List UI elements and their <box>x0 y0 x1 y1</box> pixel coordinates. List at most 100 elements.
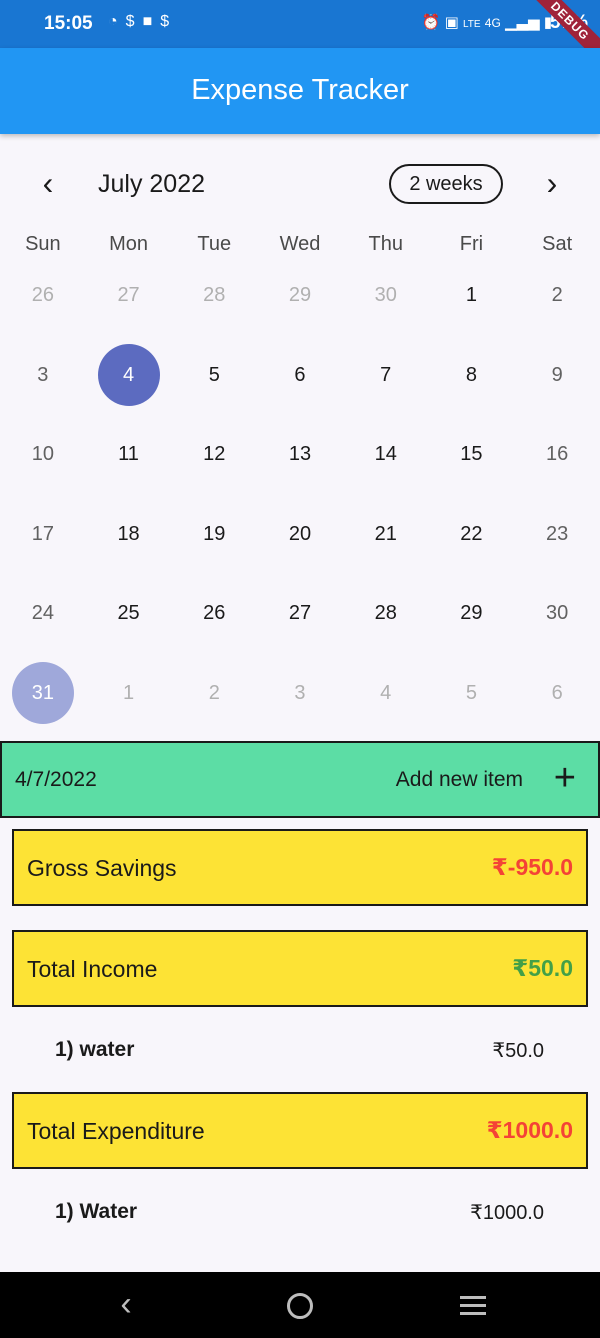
day-number: 29 <box>288 284 312 307</box>
calendar-day[interactable]: 5 <box>429 654 515 734</box>
system-icons: ⏰ ▣ LTE 4G ▁▃▅ ▮ <box>422 13 552 31</box>
calendar-day[interactable]: 1 <box>429 256 515 336</box>
chevron-left-icon[interactable]: ‹ <box>30 166 66 202</box>
home-icon[interactable] <box>280 1286 320 1326</box>
calendar-day[interactable]: 8 <box>429 336 515 416</box>
list-item[interactable]: 1) Water ₹1000.0 <box>0 1188 600 1238</box>
day-number: 24 <box>31 602 54 625</box>
calendar-day[interactable]: 20 <box>257 495 343 575</box>
day-number: 1 <box>123 681 135 704</box>
day-number: 29 <box>460 602 483 625</box>
day-number: 21 <box>374 522 397 545</box>
whatsapp-icon: ◔ <box>108 13 126 30</box>
expense-item-amount: ₹1000.0 <box>470 1202 544 1224</box>
calendar-day[interactable]: 3 <box>257 654 343 734</box>
calendar-day[interactable]: 6 <box>514 654 600 734</box>
day-number: 4 <box>123 363 135 386</box>
signal-icon: ▁▃▅ <box>504 14 540 31</box>
day-number: 7 <box>380 363 392 386</box>
gross-savings-value: ₹-950.0 <box>491 854 573 880</box>
calendar-day[interactable]: 30 <box>514 574 600 654</box>
day-number: 25 <box>117 602 140 625</box>
calendar-day[interactable]: 1 <box>86 654 172 734</box>
add-new-item-label[interactable]: Add new item <box>396 768 523 792</box>
day-number: 17 <box>31 522 54 545</box>
day-number: 12 <box>203 443 226 466</box>
day-number: 9 <box>551 363 563 386</box>
calendar-day[interactable]: 13 <box>257 415 343 495</box>
calendar-day[interactable]: 9 <box>514 336 600 416</box>
day-number: 26 <box>203 602 226 625</box>
calendar-day[interactable]: 23 <box>514 495 600 575</box>
calendar-day[interactable]: 30 <box>343 256 429 336</box>
calendar-day[interactable]: 25 <box>86 574 172 654</box>
calendar-day[interactable]: 4 <box>343 654 429 734</box>
day-number: 28 <box>203 284 226 307</box>
calendar-day[interactable]: 3 <box>0 336 86 416</box>
total-income-label: Total Income <box>27 956 158 982</box>
day-number: 31 <box>31 681 54 704</box>
day-number: 22 <box>460 522 483 545</box>
plus-icon[interactable]: + <box>554 755 576 801</box>
back-icon[interactable]: ‹ <box>106 1286 146 1326</box>
calendar-day[interactable]: 2 <box>514 256 600 336</box>
calendar-day-today[interactable]: 31 <box>0 654 86 734</box>
calendar-day[interactable]: 12 <box>171 415 257 495</box>
notification-icons: ◔$■$ <box>108 13 177 31</box>
total-expenditure-card: Total Expenditure ₹1000.0 <box>12 1092 588 1169</box>
day-number: 11 <box>118 443 139 466</box>
calendar-day[interactable]: 28 <box>171 256 257 336</box>
calendar-day[interactable]: 17 <box>0 495 86 575</box>
calendar-day[interactable]: 18 <box>86 495 172 575</box>
day-number: 28 <box>374 602 397 625</box>
calendar-day[interactable]: 24 <box>0 574 86 654</box>
calendar-day[interactable]: 26 <box>171 574 257 654</box>
day-number: 30 <box>546 602 569 625</box>
s-icon: $ <box>160 13 178 30</box>
calendar-day[interactable]: 27 <box>86 256 172 336</box>
total-expenditure-label: Total Expenditure <box>27 1118 205 1144</box>
day-number: 5 <box>208 363 220 386</box>
calendar-day[interactable]: 5 <box>171 336 257 416</box>
format-toggle-button[interactable]: 2 weeks <box>389 164 503 204</box>
cast-icon: ▣ <box>444 14 459 31</box>
calendar-day[interactable]: 22 <box>429 495 515 575</box>
page-title: Expense Tracker <box>191 74 409 106</box>
app-bar: Expense Tracker <box>0 48 600 134</box>
day-number: 27 <box>117 284 140 307</box>
day-number: 10 <box>31 443 54 466</box>
day-number: 30 <box>374 284 397 307</box>
day-number: 27 <box>288 602 312 625</box>
selected-date: 4/7/2022 <box>15 768 97 791</box>
day-number: 6 <box>294 363 306 386</box>
day-number: 2 <box>551 284 563 307</box>
recents-icon[interactable] <box>453 1286 493 1326</box>
calendar-day[interactable]: 10 <box>0 415 86 495</box>
calendar-day[interactable]: 27 <box>257 574 343 654</box>
calendar-header: ‹ July 2022 2 weeks › <box>0 150 600 216</box>
status-bar: 15:05 ◔$■$ ⏰ ▣ LTE 4G ▁▃▅ ▮ 57% DEBUG <box>0 0 600 70</box>
total-expenditure-value: ₹1000.0 <box>486 1117 573 1143</box>
calendar-day[interactable]: 15 <box>429 415 515 495</box>
calendar-day[interactable]: 2 <box>171 654 257 734</box>
list-item[interactable]: 1) water ₹50.0 <box>0 1026 600 1076</box>
calendar-day-selected[interactable]: 4 <box>86 336 172 416</box>
day-number: 15 <box>460 443 483 466</box>
calendar-day[interactable]: 29 <box>257 256 343 336</box>
alarm-icon: ⏰ <box>421 14 441 31</box>
calendar-day[interactable]: 26 <box>0 256 86 336</box>
calendar-day[interactable]: 28 <box>343 574 429 654</box>
add-item-bar[interactable]: 4/7/2022 Add new item + <box>0 741 600 818</box>
calendar-day[interactable]: 7 <box>343 336 429 416</box>
calendar-day[interactable]: 29 <box>429 574 515 654</box>
calendar-day[interactable]: 21 <box>343 495 429 575</box>
calendar-day[interactable]: 19 <box>171 495 257 575</box>
chevron-right-icon[interactable]: › <box>534 166 570 202</box>
day-number: 23 <box>546 522 569 545</box>
day-number: 20 <box>288 522 312 545</box>
calendar-day[interactable]: 6 <box>257 336 343 416</box>
calendar-day[interactable]: 11 <box>86 415 172 495</box>
system-nav-bar: ‹ <box>0 1272 600 1338</box>
calendar-day[interactable]: 14 <box>343 415 429 495</box>
calendar-day[interactable]: 16 <box>514 415 600 495</box>
